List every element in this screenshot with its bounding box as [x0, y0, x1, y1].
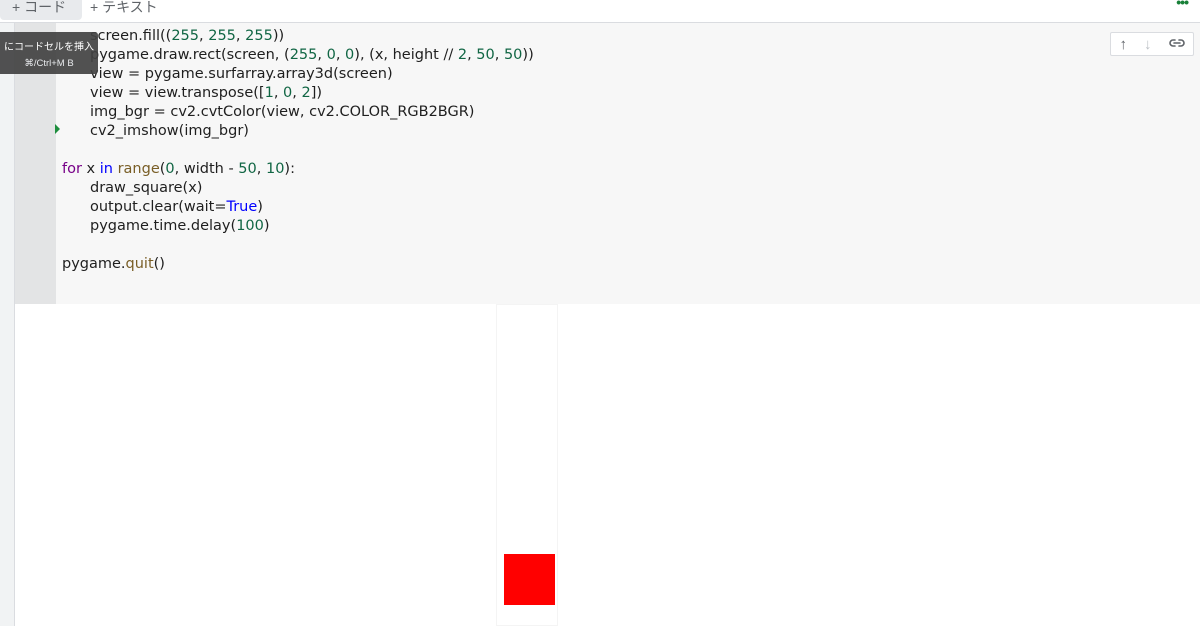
code-line[interactable]: pygame.draw.rect(screen, (255, 0, 0), (x…	[62, 46, 534, 65]
code-token: ,	[256, 161, 266, 177]
more-options-icon[interactable]: •••	[1176, 0, 1189, 10]
code-token: 255	[171, 28, 200, 44]
cell-toolbar: ↑ ↓	[1110, 32, 1194, 56]
code-line[interactable]: view = pygame.surfarray.array3d(screen)	[62, 65, 534, 84]
code-token: output.clear(wait=	[90, 199, 227, 215]
move-cell-down-icon[interactable]: ↓	[1144, 37, 1152, 52]
code-token: )	[263, 218, 270, 234]
code-line[interactable]	[62, 236, 534, 255]
code-token: 0	[326, 47, 336, 63]
tooltip-title: にコードセルを挿入	[4, 42, 94, 53]
code-token: 0	[165, 161, 175, 177]
code-token: ,	[494, 47, 504, 63]
tooltip-shortcut: ⌘/Ctrl+M B	[24, 58, 74, 69]
code-token: 50	[476, 47, 495, 63]
code-token: ()	[153, 256, 165, 272]
code-token: 50	[503, 47, 523, 63]
code-token: ,	[235, 28, 246, 44]
code-line[interactable]: for x in range(0, width - 50, 10):	[62, 160, 534, 179]
code-token: ,	[273, 85, 284, 101]
code-line[interactable]: pygame.quit()	[62, 255, 534, 274]
code-token: ))	[272, 28, 285, 44]
code-token: 100	[236, 218, 264, 234]
left-rail	[0, 23, 15, 626]
code-token: )	[257, 199, 263, 215]
code-token: 2	[301, 85, 311, 101]
insert-code-cell-tooltip: にコードセルを挿入 ⌘/Ctrl+M B	[0, 32, 98, 74]
code-line[interactable]: cv2_imshow(img_bgr)	[62, 122, 534, 141]
code-line[interactable]: img_bgr = cv2.cvtColor(view, cv2.COLOR_R…	[62, 103, 534, 122]
code-token: True	[226, 199, 258, 215]
code-token: img_bgr = cv2.cvtColor(view, cv2.COLOR_R…	[90, 104, 475, 120]
code-token: in	[99, 161, 113, 177]
red-square	[504, 554, 555, 605]
code-token: ), (x, height //	[354, 47, 458, 63]
code-token: draw_square(x)	[90, 180, 203, 196]
code-token: ))	[522, 47, 534, 63]
code-token: 0	[283, 85, 293, 101]
code-token: 50	[238, 161, 257, 177]
code-token: range	[117, 161, 160, 177]
code-token: 0	[345, 47, 355, 63]
cell-output	[15, 304, 1200, 626]
code-token: view = pygame.surfarray.array3d(screen)	[90, 66, 393, 82]
code-token: 2	[457, 47, 468, 63]
code-token: pygame.	[62, 256, 126, 272]
code-token: x	[81, 161, 100, 177]
code-token: ):	[284, 161, 295, 177]
link-to-cell-icon[interactable]	[1168, 37, 1185, 52]
code-token: ,	[467, 47, 477, 63]
code-token: , width -	[174, 161, 239, 177]
code-token: 10	[265, 161, 285, 177]
pygame-output-image	[496, 304, 558, 626]
code-token: for	[62, 161, 82, 177]
code-token: view = view.transpose([	[90, 85, 265, 101]
code-line[interactable]: screen.fill((255, 255, 255))	[62, 27, 534, 46]
code-token: 255	[208, 28, 236, 44]
code-token: 1	[264, 85, 274, 101]
code-token: quit	[125, 256, 154, 272]
notebook-toolbar: + コード + テキスト •••	[0, 0, 1200, 23]
code-token: screen.fill((	[90, 28, 172, 44]
move-cell-up-icon[interactable]: ↑	[1120, 37, 1128, 52]
code-token: ,	[335, 47, 346, 63]
code-token: pygame.draw.rect(screen, (	[90, 47, 290, 63]
add-text-cell-button[interactable]: + テキスト	[82, 0, 166, 20]
add-code-cell-button[interactable]: + コード	[0, 0, 82, 20]
code-token: ,	[199, 28, 209, 44]
code-token: ])	[310, 85, 323, 101]
code-token: ,	[317, 47, 327, 63]
code-line[interactable]: view = view.transpose([1, 0, 2])	[62, 84, 534, 103]
current-line-marker-icon	[55, 124, 60, 134]
code-token: cv2_imshow(img_bgr)	[90, 123, 249, 139]
code-editor[interactable]: screen.fill((255, 255, 255)) pygame.draw.…	[62, 27, 534, 274]
code-line[interactable]: pygame.time.delay(100)	[62, 217, 534, 236]
code-token: 255	[245, 28, 273, 44]
code-line[interactable]	[62, 141, 534, 160]
code-cell[interactable]: screen.fill((255, 255, 255)) pygame.draw.…	[15, 23, 1200, 304]
code-line[interactable]: draw_square(x)	[62, 179, 534, 198]
code-line[interactable]: output.clear(wait=True)	[62, 198, 534, 217]
code-token: 255	[289, 47, 318, 63]
code-token: pygame.time.delay(	[90, 218, 237, 234]
